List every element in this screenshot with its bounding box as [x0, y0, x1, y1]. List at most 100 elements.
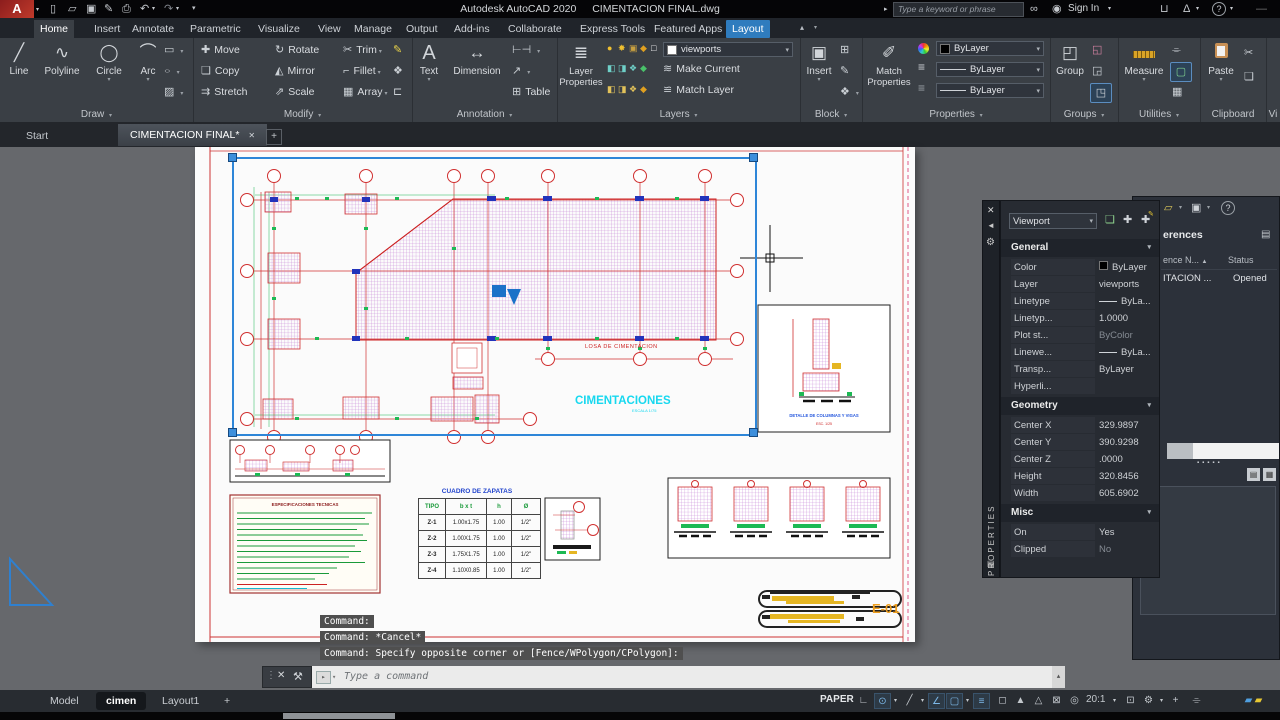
panel-modify-label[interactable]: Modify ▾: [193, 109, 412, 120]
panel-block-label[interactable]: Block ▾: [800, 109, 862, 120]
store-chevron-icon[interactable]: ▾: [1196, 0, 1199, 18]
layer-isolate-icon[interactable]: ◧: [607, 63, 616, 74]
snap-chevron-icon[interactable]: ▾: [891, 693, 900, 709]
autoscale-toggle[interactable]: △: [1030, 693, 1047, 709]
customization-gear-icon[interactable]: ⚙: [1140, 693, 1157, 709]
edit-block-button[interactable]: ✎: [840, 62, 853, 80]
lineweight-combo[interactable]: ByLayer▾: [936, 62, 1044, 77]
prop-row-width[interactable]: Width 605.6902: [1011, 485, 1159, 502]
scale-button[interactable]: ⇗Scale: [275, 83, 314, 101]
group-selection-toggle[interactable]: ◳: [1090, 83, 1112, 103]
erase-button[interactable]: ✎: [393, 41, 406, 59]
prop-row-layer[interactable]: Layer viewports: [1011, 276, 1159, 293]
xref-row-name[interactable]: ITACION ...: [1163, 273, 1211, 284]
xref-col-name[interactable]: ence N... ▲: [1163, 255, 1208, 265]
ribbon-minimize-chevron-icon[interactable]: ▾: [814, 24, 817, 31]
prop-row-hyperlink[interactable]: Hyperli...: [1011, 378, 1159, 395]
lineweight-list-icon[interactable]: ≡: [918, 60, 925, 74]
text-button[interactable]: A Text▾: [414, 40, 444, 84]
command-wrench-icon[interactable]: ⚒: [293, 670, 303, 683]
redo-chevron-icon[interactable]: ▾: [176, 0, 179, 18]
panel-groups-label[interactable]: Groups ▾: [1050, 109, 1118, 120]
tab-featured-apps[interactable]: Featured Apps: [648, 20, 728, 38]
selection-cycling-toggle[interactable]: ◻: [994, 693, 1011, 709]
group-edit-button[interactable]: ◲: [1092, 62, 1106, 80]
dimension-button[interactable]: ↔ Dimension: [446, 40, 508, 77]
selected-viewport-border[interactable]: [232, 157, 757, 436]
section-misc[interactable]: Misc▾: [1001, 504, 1159, 522]
polyline-button[interactable]: ∿ Polyline: [38, 40, 86, 77]
prop-row-linetype[interactable]: Linetype ByLa...: [1011, 293, 1159, 310]
prop-row-lineweight[interactable]: Linewe... ByLa...: [1011, 344, 1159, 361]
tab-collaborate[interactable]: Collaborate: [502, 20, 568, 38]
tab-output[interactable]: Output: [400, 20, 444, 38]
tab-insert[interactable]: Insert: [88, 20, 126, 38]
isolate-objects-toggle[interactable]: ◎: [1066, 693, 1083, 709]
tab-addins[interactable]: Add-ins: [448, 20, 496, 38]
offset-button[interactable]: ⊏: [393, 83, 406, 101]
copy-button[interactable]: ❏Copy: [201, 62, 239, 80]
layer-unisolate-icon[interactable]: ◨: [618, 63, 627, 74]
xref-help-icon[interactable]: ?: [1221, 201, 1235, 215]
array-button[interactable]: ▦Array▾: [343, 83, 388, 101]
match-properties-button[interactable]: ✐ MatchProperties: [866, 40, 912, 88]
iso-draft-toggle[interactable]: ╱: [901, 693, 918, 709]
lineweight-toggle[interactable]: ≡: [973, 693, 990, 709]
viewport-grip-bl[interactable]: [228, 428, 237, 437]
xref-preview-icon[interactable]: ▦: [1263, 468, 1276, 481]
scale-chevron-icon[interactable]: ▾: [1110, 693, 1119, 709]
paste-button[interactable]: Paste▾: [1204, 40, 1238, 84]
saveas-icon[interactable]: ✎: [104, 0, 113, 18]
layer-lock2-icon[interactable]: ◆: [640, 63, 647, 74]
select-objects-icon[interactable]: ✚: [1123, 213, 1132, 226]
file-tab-start[interactable]: Start: [14, 126, 60, 146]
layout-tab-model[interactable]: Model: [40, 692, 89, 710]
undo-chevron-icon[interactable]: ▾: [152, 0, 155, 18]
cart-icon[interactable]: ⊔: [1160, 0, 1169, 18]
xref-details-icon[interactable]: ▤: [1247, 468, 1260, 481]
properties-close-icon[interactable]: ✕: [987, 205, 995, 216]
polar-toggle[interactable]: ∠: [928, 693, 945, 709]
ortho-toggle[interactable]: ∟: [855, 693, 872, 709]
layout-tab-cimen[interactable]: cimen: [96, 692, 146, 710]
command-recent-chevron-icon[interactable]: ▾: [332, 666, 336, 688]
rotate-button[interactable]: ↻Rotate: [275, 41, 319, 59]
line-button[interactable]: ╱ Line: [2, 40, 36, 77]
dim-linear-button[interactable]: ⊢⊣▾: [512, 41, 540, 59]
layer-on-icon[interactable]: ●: [607, 43, 612, 53]
user-icon[interactable]: ◉: [1052, 0, 1062, 18]
layer-combo[interactable]: viewports▾: [663, 42, 793, 57]
command-close-icon[interactable]: ✕: [277, 670, 285, 681]
stretch-button[interactable]: ⇉Stretch: [201, 83, 247, 101]
section-general[interactable]: General▾: [1001, 239, 1159, 257]
ribbon-minimize-icon[interactable]: ▴: [800, 23, 804, 32]
file-tab-document[interactable]: CIMENTACION FINAL* ✕: [118, 124, 267, 146]
layout-tab-add[interactable]: +: [214, 692, 240, 710]
prop-row-transparency[interactable]: Transp... ByLayer: [1011, 361, 1159, 378]
trim-button[interactable]: ✂Trim▾: [343, 41, 382, 59]
ellipse-button[interactable]: ○▾: [164, 62, 180, 80]
gear-chevron-icon[interactable]: ▾: [1157, 693, 1166, 709]
panel-utilities-label[interactable]: Utilities ▾: [1118, 109, 1200, 120]
app-menu-button[interactable]: A: [0, 0, 34, 18]
prop-row-color[interactable]: Color ByLayer: [1011, 259, 1159, 276]
command-expand-icon[interactable]: ▴: [1052, 666, 1065, 688]
layer-vpover-icon[interactable]: ❖: [629, 84, 637, 95]
prop-row-center-x[interactable]: Center X 329.9897: [1011, 417, 1159, 434]
layer-vpfreeze-icon[interactable]: ▣: [629, 43, 638, 54]
customize-plus-button[interactable]: +: [1167, 693, 1184, 709]
panel-properties-label[interactable]: Properties ▾: [862, 109, 1050, 120]
viewport-scale-button[interactable]: 20:1: [1086, 694, 1105, 705]
layer-fade-icon[interactable]: ◨: [618, 84, 627, 95]
xref-col-status[interactable]: Status: [1228, 255, 1254, 265]
xref-attach-chevron-icon[interactable]: ▾: [1179, 204, 1182, 211]
lock-ui-toggle[interactable]: ⊠: [1048, 693, 1065, 709]
file-tab-add-button[interactable]: +: [266, 129, 282, 145]
help-chevron-icon[interactable]: ▾: [1230, 0, 1233, 18]
iso-chevron-icon[interactable]: ▾: [918, 693, 927, 709]
arc-button[interactable]: ⌒ Arc ▾: [132, 40, 164, 84]
qat-customize-icon[interactable]: ▾: [192, 0, 196, 18]
linetype-combo[interactable]: ByLayer▾: [936, 83, 1044, 98]
prop-row-linetype-scale[interactable]: Linetyp... 1.0000: [1011, 310, 1159, 327]
properties-autohide-icon[interactable]: ◄: [987, 221, 995, 230]
